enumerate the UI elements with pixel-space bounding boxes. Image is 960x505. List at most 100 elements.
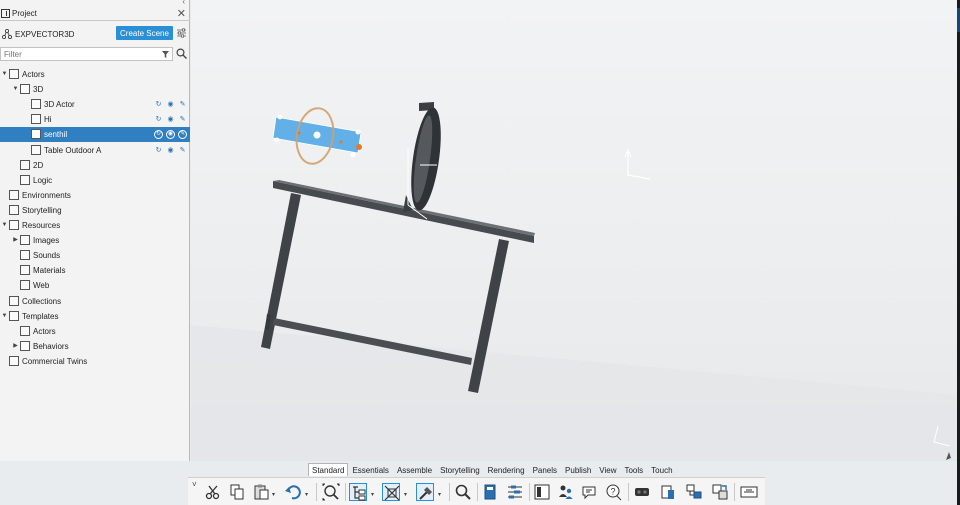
images-icon	[20, 235, 30, 246]
tree-item-senthil[interactable]: senthil ↻ ◉ ✎	[0, 127, 190, 143]
tree-item-label: 3D Actor	[44, 100, 75, 110]
funnel-icon[interactable]	[162, 51, 169, 58]
tab-assemble[interactable]: Assemble	[393, 463, 436, 476]
undo-dropdown-icon[interactable]: ▾	[305, 491, 308, 498]
tab-touch[interactable]: Touch	[647, 463, 676, 476]
visibility-eye-icon[interactable]: ◉	[166, 115, 175, 124]
tree-item-sounds[interactable]: Sounds	[0, 248, 190, 263]
copy-icon[interactable]	[228, 483, 246, 501]
tree-item-3d[interactable]: ▼ 3D	[0, 82, 190, 97]
collapse-arrow-icon[interactable]: ▶	[12, 237, 19, 244]
tab-view[interactable]: View	[595, 463, 620, 476]
ribbon-collapse-icon[interactable]: ˅	[192, 480, 197, 489]
select-mode-icon[interactable]	[382, 483, 400, 501]
network-icon[interactable]	[685, 483, 703, 501]
tree-item-actors[interactable]: Actors	[0, 324, 190, 339]
document-icon[interactable]	[533, 483, 551, 501]
reset-icon[interactable]: ↻	[154, 146, 163, 155]
tab-tools[interactable]: Tools	[620, 463, 647, 476]
close-icon[interactable]: ✕	[177, 7, 186, 20]
environment-icon	[9, 189, 19, 200]
tab-panels[interactable]: Panels	[529, 463, 561, 476]
paste-dropdown-icon[interactable]: ▾	[272, 491, 275, 498]
selected-actor-senthil[interactable]	[272, 105, 362, 166]
edit-icon[interactable]: ✎	[178, 146, 187, 155]
collapse-arrow-icon[interactable]: ▶	[12, 343, 19, 350]
reset-icon[interactable]: ↻	[154, 130, 163, 140]
expand-arrow-icon[interactable]: ▼	[12, 86, 19, 93]
tree-item-behaviors[interactable]: ▶ Behaviors	[0, 339, 190, 354]
tree-item-label: senthil	[44, 130, 68, 140]
swap-icon[interactable]	[711, 483, 729, 501]
tree-item-resources[interactable]: ▼ Resources	[0, 218, 190, 233]
3d-viewport[interactable]	[191, 0, 958, 461]
timeline-icon[interactable]	[506, 483, 524, 501]
filter-input[interactable]	[1, 48, 172, 60]
tab-essentials[interactable]: Essentials	[348, 463, 392, 476]
filter-settings-icon[interactable]	[177, 28, 186, 38]
reset-icon[interactable]: ↻	[154, 115, 163, 124]
zoom-fit-icon[interactable]	[322, 483, 340, 501]
tree-view-icon[interactable]	[349, 483, 367, 501]
expand-arrow-icon[interactable]: ▼	[1, 313, 8, 320]
vr-headset-icon[interactable]	[633, 483, 651, 501]
search-icon[interactable]	[454, 483, 472, 501]
tab-rendering[interactable]: Rendering	[484, 463, 529, 476]
tree-item-web[interactable]: Web	[0, 278, 190, 293]
3d-folder-icon	[20, 84, 30, 95]
tab-publish[interactable]: Publish	[561, 463, 595, 476]
tree-item-label: 2D	[33, 160, 44, 170]
search-icon[interactable]	[176, 48, 187, 59]
visibility-eye-icon[interactable]: ◉	[166, 130, 175, 140]
visibility-eye-icon[interactable]: ◉	[166, 100, 175, 109]
project-panel: ‹ Project ✕ EXPVECTOR3D Create Scene ▼Ac…	[0, 0, 190, 461]
tree-item-3d-actor[interactable]: 3D Actor ↻ ◉ ✎	[0, 97, 190, 112]
tree-item-2d[interactable]: 2D	[0, 158, 190, 173]
undo-icon[interactable]	[284, 483, 302, 501]
manipulate-dropdown-icon[interactable]: ▾	[438, 491, 441, 498]
scene-canvas[interactable]	[191, 0, 958, 461]
tree-item-materials[interactable]: Materials	[0, 263, 190, 278]
tree-item-logic[interactable]: Logic	[0, 173, 190, 188]
tree-item-label: Materials	[33, 266, 66, 276]
edit-icon[interactable]: ✎	[178, 100, 187, 109]
tree-item-table-outdoor-a[interactable]: Table Outdoor A ↻ ◉ ✎	[0, 143, 190, 158]
tab-storytelling[interactable]: Storytelling	[436, 463, 484, 476]
chat-icon[interactable]	[581, 483, 599, 501]
tree-item-storytelling[interactable]: Storytelling	[0, 203, 190, 218]
tree-item-commercial-twins[interactable]: Commercial Twins	[0, 354, 190, 369]
people-icon[interactable]	[557, 483, 575, 501]
project-tab[interactable]: Project ✕	[0, 7, 190, 21]
tab-standard[interactable]: Standard	[308, 463, 349, 476]
help-icon[interactable]: ?	[605, 483, 623, 501]
library-icon[interactable]	[482, 483, 500, 501]
visibility-eye-icon[interactable]: ◉	[166, 146, 175, 155]
device-icon[interactable]	[659, 483, 677, 501]
collapse-chevron-icon[interactable]: ‹	[182, 0, 185, 6]
tree-item-environments[interactable]: Environments	[0, 188, 190, 203]
collections-icon	[9, 295, 19, 306]
resources-icon	[9, 220, 19, 230]
tree-item-collections[interactable]: Collections	[0, 294, 190, 309]
paste-icon[interactable]	[252, 483, 270, 501]
storytelling-icon	[9, 204, 19, 215]
cut-icon[interactable]	[204, 483, 222, 501]
tree-item-actors[interactable]: ▼ Actors	[0, 67, 190, 82]
tree-item-images[interactable]: ▶ Images	[0, 233, 190, 248]
tree-item-templates[interactable]: ▼ Templates	[0, 309, 190, 324]
reset-icon[interactable]: ↻	[154, 100, 163, 109]
sounds-icon	[20, 250, 30, 261]
select-mode-dropdown-icon[interactable]: ▾	[404, 491, 407, 498]
expand-arrow-icon[interactable]: ▼	[1, 71, 8, 78]
tree-view-dropdown-icon[interactable]: ▾	[371, 491, 374, 498]
edit-icon[interactable]: ✎	[178, 115, 187, 124]
manipulate-icon[interactable]	[416, 483, 434, 501]
create-scene-button[interactable]: Create Scene	[116, 26, 173, 40]
tree-item-hi[interactable]: Hi ↻ ◉ ✎	[0, 112, 190, 127]
edit-icon[interactable]: ✎	[178, 130, 187, 140]
disc-object[interactable]	[403, 102, 446, 220]
2d-folder-icon	[20, 159, 30, 170]
present-icon[interactable]	[740, 483, 758, 501]
filter-box	[0, 47, 173, 61]
expand-arrow-icon[interactable]: ▼	[1, 222, 8, 229]
